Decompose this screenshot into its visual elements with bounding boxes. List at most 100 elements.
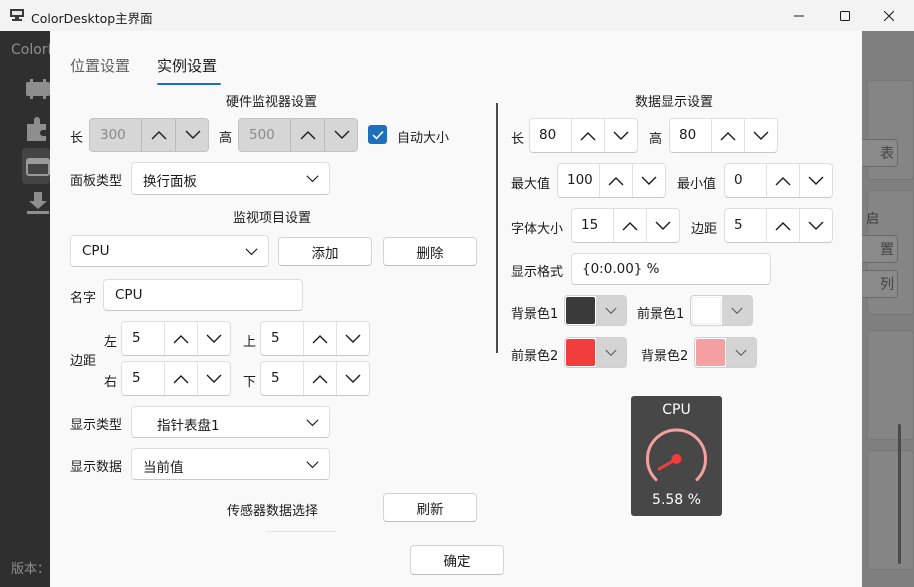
height-stepper[interactable]: 500 [238,118,358,152]
fg-color-1-picker[interactable] [690,295,753,326]
section-divider [496,103,498,353]
margin-left-stepper[interactable]: 5 [121,321,231,356]
fg-color-2-swatch [566,339,595,366]
data-length-label: 长 [511,132,525,147]
data-length-increment-button[interactable] [571,119,604,152]
chevron-up-icon [580,131,596,140]
font-size-increment-button[interactable] [613,209,646,242]
tab-instance-settings[interactable]: 实例设置 [157,55,217,76]
length-stepper[interactable]: 300 [89,118,209,152]
download-icon [27,192,49,214]
min-value-decrement-button[interactable] [799,164,832,197]
bg-color-1-picker[interactable] [564,295,627,326]
active-tab-indicator [157,83,221,85]
margin-right-decrement-button[interactable] [197,362,230,395]
bg-color-2-dropdown[interactable] [726,338,756,367]
auto-size-checkbox[interactable] [368,125,387,144]
chevron-down-icon [655,221,671,230]
length-increment-button[interactable] [141,119,175,151]
monitor-section-title: 监视项目设置 [233,211,312,226]
max-value-increment-button[interactable] [599,164,632,197]
max-value: 100 [567,172,593,188]
height-increment-button[interactable] [290,119,324,151]
data-length-decrement-button[interactable] [604,119,637,152]
refresh-button[interactable]: 刷新 [383,493,477,522]
max-value-stepper[interactable]: 100 [557,163,666,198]
min-value-stepper[interactable]: 0 [724,163,833,198]
display-format-label: 显示格式 [511,265,564,280]
margin-top-stepper[interactable]: 5 [260,321,370,356]
close-icon [884,10,894,21]
minimize-button[interactable] [776,0,822,31]
gauge-preview: CPU 5.58 % [631,396,722,516]
minimize-icon [794,15,804,16]
close-button[interactable] [866,0,912,31]
length-decrement-button[interactable] [175,119,209,151]
gauge-value-text: 5.58 % [652,492,701,508]
margin-bottom-stepper[interactable]: 5 [260,361,370,396]
margin-bottom-increment-button[interactable] [303,362,336,395]
chevron-down-icon [605,307,617,314]
data-height-stepper[interactable]: 80 [669,118,778,153]
chevron-up-icon [312,334,328,343]
font-size-decrement-button[interactable] [646,209,679,242]
bg-color-1-dropdown[interactable] [596,296,626,325]
display-type-value: 指针表盘1 [157,418,220,434]
display-data-dropdown[interactable]: 当前值 [131,448,330,480]
background-card [867,450,914,570]
display-format-input[interactable]: {0:0.00} % [571,253,771,285]
panel-type-value: 换行面板 [143,174,197,190]
margin-left-increment-button[interactable] [164,322,197,355]
fg-color-2-dropdown[interactable] [596,338,626,367]
margin-top-label: 上 [243,335,257,350]
data-length-stepper[interactable]: 80 [529,118,638,153]
name-input[interactable]: CPU [103,279,303,311]
data-margin-stepper[interactable]: 5 [724,208,833,243]
fg-color-2-picker[interactable] [564,337,627,368]
chevron-up-icon [173,374,189,383]
add-button[interactable]: 添加 [278,237,372,266]
fg-color-1-dropdown[interactable] [722,296,752,325]
delete-button[interactable]: 删除 [383,237,477,266]
sensor-data-label: 传感器数据选择 [227,504,319,519]
confirm-button[interactable]: 确定 [410,545,504,575]
max-value-decrement-button[interactable] [632,164,665,197]
monitor-item-dropdown[interactable]: CPU [70,235,269,267]
margin-right-stepper[interactable]: 5 [121,361,231,396]
chevron-down-icon [306,419,319,427]
memory-icon [26,79,50,99]
chevron-up-icon [720,131,736,140]
margin-left-value: 5 [132,330,141,346]
background-version-label: 版本： [11,562,51,577]
tab-position-settings[interactable]: 位置设置 [70,55,130,76]
margin-top-increment-button[interactable] [303,322,336,355]
margin-top-decrement-button[interactable] [336,322,369,355]
settings-dialog: 位置设置 实例设置 硬件监视器设置 长 300 高 500 自动大小 面板类型 … [50,31,862,587]
gauge-hub [671,454,682,464]
background-button: 置 [856,235,898,263]
min-value-increment-button[interactable] [766,164,799,197]
panel-type-dropdown[interactable]: 换行面板 [131,162,330,195]
font-size-stepper[interactable]: 15 [571,208,680,243]
data-height-decrement-button[interactable] [744,119,777,152]
window-icon [26,158,50,176]
display-data-label: 显示数据 [70,460,123,475]
margin-left-decrement-button[interactable] [197,322,230,355]
data-height-increment-button[interactable] [711,119,744,152]
display-type-dropdown[interactable]: 指针表盘1 [131,406,330,438]
margin-right-value: 5 [132,370,141,386]
bg-color-2-picker[interactable] [694,337,757,368]
height-value: 500 [249,127,275,143]
height-decrement-button[interactable] [324,119,358,151]
data-margin-decrement-button[interactable] [799,209,832,242]
maximize-button[interactable] [822,0,868,31]
margin-label: 边距 [70,354,97,369]
margin-bottom-decrement-button[interactable] [336,362,369,395]
bg-color-2-swatch [696,339,725,366]
data-margin-increment-button[interactable] [766,209,799,242]
min-value-label: 最小值 [677,177,717,192]
chevron-down-icon [206,334,222,343]
data-margin-value: 5 [734,217,743,233]
margin-right-increment-button[interactable] [164,362,197,395]
font-size-label: 字体大小 [511,222,564,237]
